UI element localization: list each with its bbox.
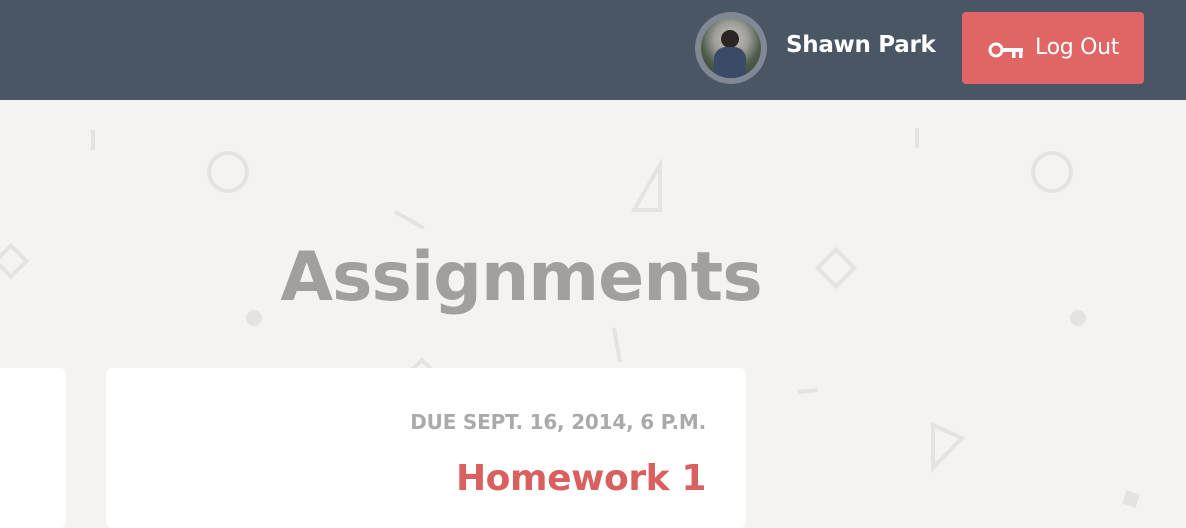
page-title: Assignments [280,238,762,317]
avatar-photo [701,18,761,78]
logout-button[interactable]: Log Out [962,12,1144,84]
assignment-title-link[interactable]: Homework 1 [456,458,706,499]
assignment-card[interactable]: DUE SEPT. 16, 2014, 6 P.M. Homework 1 [106,368,746,528]
avatar[interactable] [695,12,767,84]
assignment-due-date: DUE SEPT. 16, 2014, 6 P.M. [410,410,706,434]
top-bar: Shawn Park Log Out [0,0,1186,100]
assignment-card-partial[interactable] [0,368,66,528]
logout-label: Log Out [1035,35,1120,60]
user-name[interactable]: Shawn Park [786,32,936,58]
key-icon [988,42,1023,58]
